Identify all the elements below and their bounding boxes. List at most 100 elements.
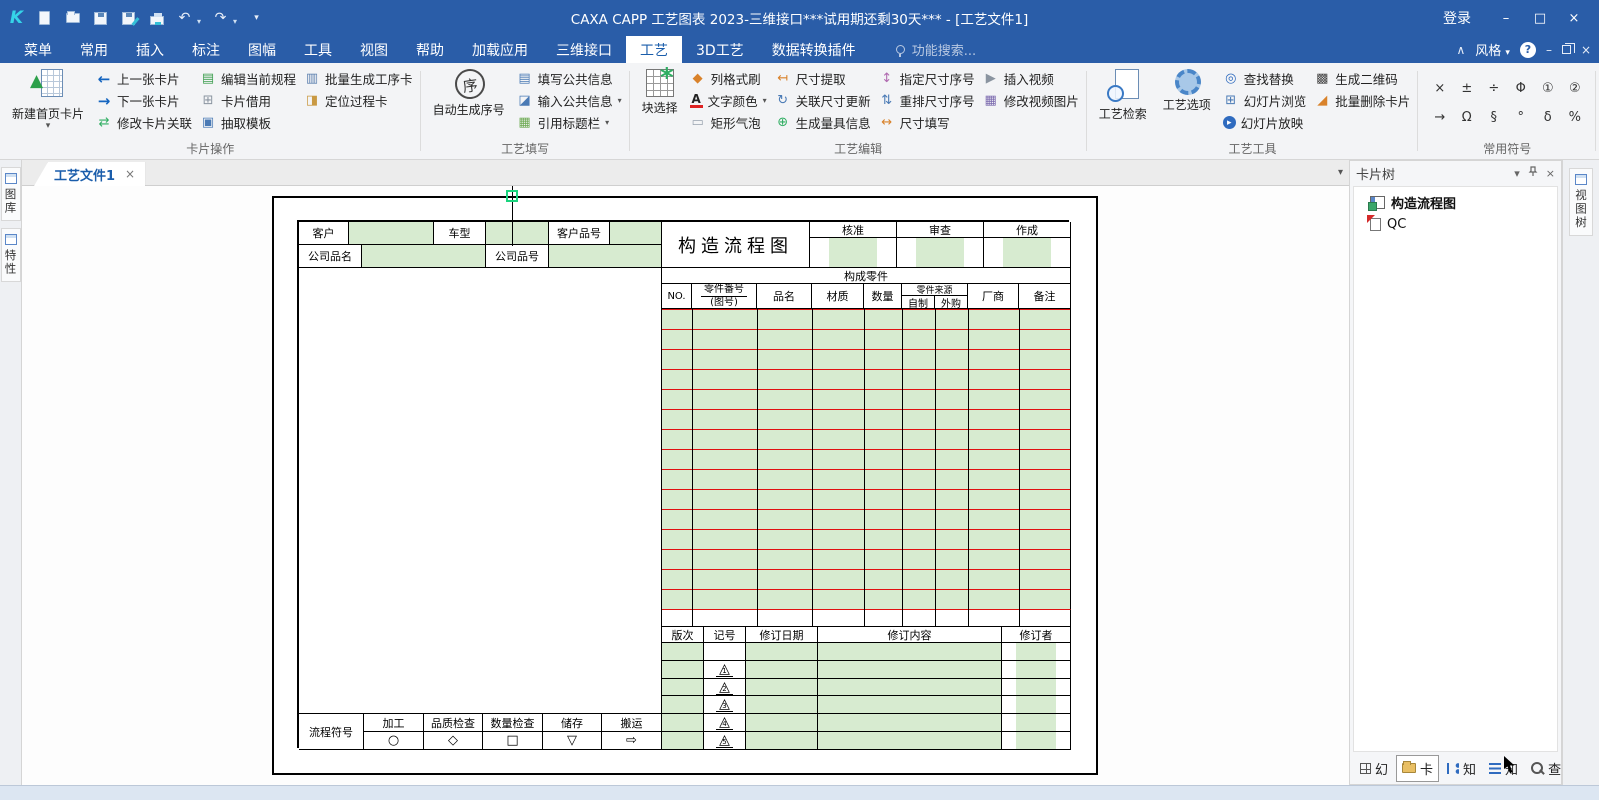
panel-tab-nodes[interactable]: 知 xyxy=(1442,756,1481,781)
new-file-icon[interactable] xyxy=(36,10,53,27)
revision-cell[interactable]: △4 xyxy=(704,714,746,732)
列格式刷-button[interactable]: ◆列格式刷 xyxy=(690,69,767,88)
symbol-button-δ[interactable]: δ xyxy=(1536,106,1560,130)
parts-table-rows[interactable] xyxy=(662,309,1071,609)
生成量具信息-button[interactable]: ⊕生成量具信息 xyxy=(775,113,871,132)
symbol-button-±[interactable]: ± xyxy=(1455,77,1479,101)
login-button[interactable]: 登录 xyxy=(1427,8,1487,28)
menu-tab-视图[interactable]: 视图 xyxy=(346,36,402,63)
document-tab[interactable]: 工艺文件1 × xyxy=(34,162,145,186)
print-icon[interactable] xyxy=(148,10,165,27)
menu-tab-插入[interactable]: 插入 xyxy=(122,36,178,63)
symbol-button-Φ[interactable]: Φ xyxy=(1509,77,1533,101)
help-icon[interactable]: ? xyxy=(1520,42,1536,58)
工艺选项-button[interactable]: 工艺选项 xyxy=(1159,66,1215,114)
field-customer-part-no[interactable] xyxy=(610,222,662,245)
revision-cell[interactable] xyxy=(1002,661,1071,679)
panel-tab-search[interactable]: 查 xyxy=(1526,756,1566,781)
填写公共信息-button[interactable]: ▤填写公共信息 xyxy=(517,69,622,88)
undo-icon[interactable]: ↶ xyxy=(176,10,193,27)
revision-cell[interactable] xyxy=(662,714,704,732)
下一张卡片-button[interactable]: →下一张卡片 xyxy=(96,91,192,110)
left-dock-tab-properties[interactable]: 特性 xyxy=(1,228,21,282)
生成二维码-button[interactable]: ▩生成二维码 xyxy=(1314,69,1410,88)
undo-dropdown-icon[interactable]: ▾ xyxy=(197,17,201,27)
幻灯片放映-button[interactable]: ▸幻灯片放映 xyxy=(1223,113,1307,132)
menu-tab-图幅[interactable]: 图幅 xyxy=(234,36,290,63)
tree-item-QC[interactable]: QC xyxy=(1354,213,1557,235)
symbol-button-%[interactable]: % xyxy=(1563,106,1587,130)
field-company-part-name[interactable] xyxy=(362,245,486,268)
revision-cell[interactable] xyxy=(818,732,1002,750)
panel-close-icon[interactable]: × xyxy=(1546,167,1555,180)
drawing-canvas[interactable]: 客户 车型 客户品号 公司品名 公司品号 构造流程图 核准 审查 作成 xyxy=(22,186,1349,785)
symbol-button-÷[interactable]: ÷ xyxy=(1482,77,1506,101)
重排尺寸序号-button[interactable]: ⇅重排尺寸序号 xyxy=(879,91,975,110)
尺寸提取-button[interactable]: ↤尺寸提取 xyxy=(775,69,871,88)
symbol-button-§[interactable]: § xyxy=(1482,106,1506,130)
menu-tab-3D工艺[interactable]: 3D工艺 xyxy=(682,36,758,63)
revision-cell[interactable] xyxy=(662,732,704,750)
mdi-minimize-icon[interactable]: – xyxy=(1546,43,1552,57)
field-create[interactable] xyxy=(984,238,1071,268)
revision-cell[interactable] xyxy=(818,661,1002,679)
qat-customize-icon[interactable]: ▾ xyxy=(248,10,265,27)
revision-cell[interactable] xyxy=(746,679,818,697)
定位过程卡-button[interactable]: ◨定位过程卡 xyxy=(304,91,413,110)
mdi-close-icon[interactable]: × xyxy=(1581,43,1591,57)
卡片借用-button[interactable]: ⊞卡片借用 xyxy=(200,91,296,110)
引用标题栏-button[interactable]: ▦引用标题栏▾ xyxy=(517,113,622,132)
插入视频-button[interactable]: ▶插入视频 xyxy=(983,69,1079,88)
close-button[interactable]: × xyxy=(1559,6,1589,30)
menu-tab-帮助[interactable]: 帮助 xyxy=(402,36,458,63)
revision-cell[interactable] xyxy=(662,696,704,714)
menu-tab-工艺[interactable]: 工艺 xyxy=(626,36,682,63)
document-tab-close-icon[interactable]: × xyxy=(125,167,135,181)
parts-table-last-row[interactable] xyxy=(662,609,1071,627)
symbol-button-°[interactable]: ° xyxy=(1509,106,1533,130)
revision-cell[interactable] xyxy=(746,714,818,732)
symbol-button-②[interactable]: ② xyxy=(1563,77,1587,101)
flow-chart-area[interactable] xyxy=(299,268,662,714)
编辑当前规程-button[interactable]: ▤编辑当前规程 xyxy=(200,69,296,88)
panel-pin-icon[interactable] xyxy=(1528,166,1538,180)
mdi-restore-icon[interactable] xyxy=(1562,45,1571,54)
symbol-button-→[interactable]: → xyxy=(1428,106,1452,130)
tab-list-dropdown-icon[interactable]: ▾ xyxy=(1338,167,1343,178)
revision-cell[interactable] xyxy=(818,643,1002,661)
revision-cell[interactable] xyxy=(746,643,818,661)
revision-cell[interactable] xyxy=(1002,679,1071,697)
maximize-button[interactable]: □ xyxy=(1525,6,1555,30)
open-file-icon[interactable] xyxy=(64,10,81,27)
save-as-icon[interactable] xyxy=(120,10,137,27)
redo-icon[interactable]: ↷ xyxy=(212,10,229,27)
menu-tab-标注[interactable]: 标注 xyxy=(178,36,234,63)
menu-tab-菜单[interactable]: 菜单 xyxy=(10,36,66,63)
revision-cell[interactable] xyxy=(662,661,704,679)
修改卡片关联-button[interactable]: ⇄修改卡片关联 xyxy=(96,113,192,132)
revision-cell[interactable]: △3 xyxy=(704,696,746,714)
revision-cell[interactable] xyxy=(818,696,1002,714)
幻灯片浏览-button[interactable]: ⊞幻灯片浏览 xyxy=(1223,91,1307,110)
panel-tab-cards[interactable]: 卡 xyxy=(1396,755,1439,782)
function-search[interactable]: 功能搜索... xyxy=(896,36,976,63)
revision-cell[interactable]: △5 xyxy=(704,732,746,750)
块选择-button[interactable]: 块选择 xyxy=(638,66,682,117)
menu-tab-工具[interactable]: 工具 xyxy=(290,36,346,63)
minimize-button[interactable]: – xyxy=(1491,6,1521,30)
redo-dropdown-icon[interactable]: ▾ xyxy=(233,17,237,27)
矩形气泡-button[interactable]: ▭矩形气泡 xyxy=(690,113,767,132)
symbol-button-Ω[interactable]: Ω xyxy=(1455,106,1479,130)
left-dock-tab-library[interactable]: 图库 xyxy=(1,167,21,221)
关联尺寸更新-button[interactable]: ↻关联尺寸更新 xyxy=(775,91,871,110)
revision-cell[interactable] xyxy=(1002,732,1071,750)
revision-cell[interactable] xyxy=(1002,696,1071,714)
field-company-part-no[interactable] xyxy=(549,245,662,268)
revision-cell[interactable] xyxy=(704,643,746,661)
revision-cell[interactable] xyxy=(818,679,1002,697)
save-icon[interactable] xyxy=(92,10,109,27)
revision-cell[interactable]: △1 xyxy=(704,661,746,679)
批量删除卡片-button[interactable]: ◢批量删除卡片 xyxy=(1314,91,1410,110)
field-approve[interactable] xyxy=(810,238,897,268)
revision-cell[interactable] xyxy=(662,679,704,697)
